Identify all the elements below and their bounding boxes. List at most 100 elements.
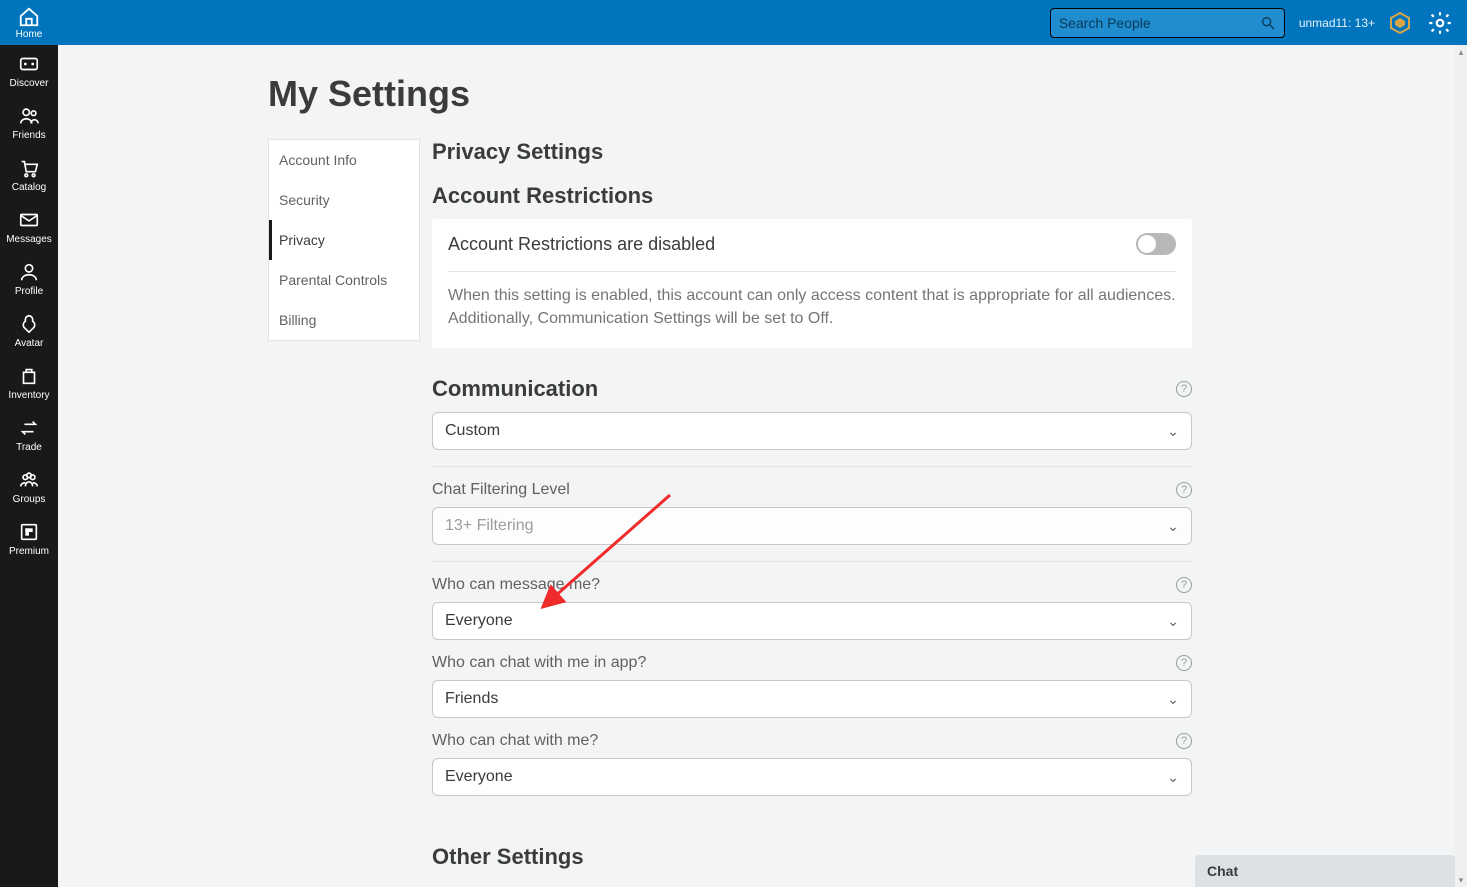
home-label: Home [16, 29, 43, 40]
sidebar-item-profile[interactable]: Profile [0, 253, 58, 305]
search-input[interactable] [1059, 15, 1260, 31]
who-chat-block: Who can chat with me? ? Everyone ⌄ [432, 732, 1192, 812]
account-restrictions-heading: Account Restrictions [432, 183, 1192, 209]
select-value: Custom [445, 422, 500, 440]
chat-filter-block: Chat Filtering Level ? 13+ Filtering ⌄ [432, 481, 1192, 562]
scroll-down-button[interactable]: ▾ [1455, 873, 1467, 887]
settings-panel: Privacy Settings Account Restrictions Ac… [432, 139, 1192, 880]
select-value: Everyone [445, 768, 513, 786]
chat-label: Chat [1207, 863, 1238, 879]
sidebar-label: Premium [9, 546, 49, 557]
sidebar-label: Friends [12, 130, 45, 141]
sidebar-item-inventory[interactable]: Inventory [0, 357, 58, 409]
tab-privacy[interactable]: Privacy [269, 220, 419, 260]
settings-tabs: Account Info Security Privacy Parental C… [268, 139, 420, 341]
search-icon [1260, 15, 1276, 31]
restrictions-status-row: Account Restrictions are disabled [448, 233, 1176, 267]
select-value: Friends [445, 690, 498, 708]
restrictions-toggle[interactable] [1136, 233, 1176, 255]
who-chat-app-select[interactable]: Friends ⌄ [432, 680, 1192, 718]
trade-icon [18, 417, 40, 439]
sidebar-label: Inventory [8, 390, 49, 401]
chat-filter-label: Chat Filtering Level [432, 481, 570, 499]
tab-security[interactable]: Security [269, 180, 419, 220]
robux-button[interactable] [1387, 10, 1413, 36]
spacer [432, 826, 1192, 844]
chat-filter-label-row: Chat Filtering Level ? [432, 481, 1192, 499]
help-icon[interactable]: ? [1176, 381, 1192, 397]
main-content: My Settings Account Info Security Privac… [58, 45, 1455, 887]
chevron-down-icon: ⌄ [1167, 423, 1179, 440]
select-value: 13+ Filtering [445, 517, 534, 535]
sidebar-item-groups[interactable]: Groups [0, 461, 58, 513]
chat-bar[interactable]: Chat [1195, 855, 1455, 887]
chat-filter-select[interactable]: 13+ Filtering ⌄ [432, 507, 1192, 545]
other-settings-heading: Other Settings [432, 844, 1192, 870]
sidebar-item-friends[interactable]: Friends [0, 97, 58, 149]
sidebar-item-messages[interactable]: Messages [0, 201, 58, 253]
sidebar-label: Discover [10, 78, 49, 89]
restrictions-status-text: Account Restrictions are disabled [448, 234, 715, 255]
sidebar-label: Trade [16, 442, 42, 453]
settings-gear-button[interactable] [1425, 8, 1455, 38]
communication-preset-select[interactable]: Custom ⌄ [432, 412, 1192, 450]
discover-icon [18, 53, 40, 75]
profile-icon [18, 261, 40, 283]
account-restrictions-card: Account Restrictions are disabled When t… [432, 219, 1192, 348]
settings-layout: Account Info Security Privacy Parental C… [268, 139, 1455, 880]
sidebar-label: Catalog [12, 182, 46, 193]
help-icon[interactable]: ? [1176, 655, 1192, 671]
select-value: Everyone [445, 612, 513, 630]
sidebar-label: Profile [15, 286, 43, 297]
divider [448, 271, 1176, 272]
communication-preset-block: Custom ⌄ [432, 412, 1192, 467]
toggle-knob [1138, 235, 1156, 253]
sidebar-label: Messages [6, 234, 52, 245]
restrictions-description: When this setting is enabled, this accou… [448, 284, 1176, 330]
catalog-icon [18, 157, 40, 179]
scroll-up-button[interactable]: ▴ [1455, 45, 1467, 59]
page-title: My Settings [268, 73, 1455, 115]
sidebar-item-catalog[interactable]: Catalog [0, 149, 58, 201]
tab-billing[interactable]: Billing [269, 300, 419, 340]
sidebar-item-trade[interactable]: Trade [0, 409, 58, 461]
vertical-scrollbar[interactable]: ▴ ▾ [1455, 45, 1467, 887]
avatar-icon [18, 313, 40, 335]
who-message-select[interactable]: Everyone ⌄ [432, 602, 1192, 640]
who-chat-select[interactable]: Everyone ⌄ [432, 758, 1192, 796]
who-chat-label: Who can chat with me? [432, 732, 598, 750]
left-sidebar: Discover Friends Catalog Messages Profil… [0, 45, 58, 887]
panel-title: Privacy Settings [432, 139, 1192, 165]
messages-icon [18, 209, 40, 231]
sidebar-item-avatar[interactable]: Avatar [0, 305, 58, 357]
tab-parental-controls[interactable]: Parental Controls [269, 260, 419, 300]
sidebar-label: Groups [13, 494, 46, 505]
sidebar-item-discover[interactable]: Discover [0, 45, 58, 97]
who-chat-label-row: Who can chat with me? ? [432, 732, 1192, 750]
who-message-label-row: Who can message me? ? [432, 576, 1192, 594]
gear-icon [1427, 10, 1453, 36]
chevron-down-icon: ⌄ [1167, 613, 1179, 630]
friends-icon [18, 105, 40, 127]
who-message-block: Who can message me? ? Everyone ⌄ [432, 576, 1192, 648]
premium-icon [18, 521, 40, 543]
groups-icon [18, 469, 40, 491]
who-chat-app-block: Who can chat with me in app? ? Friends ⌄ [432, 654, 1192, 726]
search-box[interactable] [1050, 8, 1285, 38]
inventory-icon [18, 365, 40, 387]
help-icon[interactable]: ? [1176, 733, 1192, 749]
sidebar-item-premium[interactable]: Premium [0, 513, 58, 565]
chevron-down-icon: ⌄ [1167, 769, 1179, 786]
chevron-down-icon: ⌄ [1167, 518, 1179, 535]
who-message-label: Who can message me? [432, 576, 600, 594]
sidebar-label: Avatar [15, 338, 44, 349]
help-icon[interactable]: ? [1176, 577, 1192, 593]
home-icon [18, 6, 40, 28]
username-label[interactable]: unmad11: 13+ [1299, 16, 1375, 30]
tab-account-info[interactable]: Account Info [269, 140, 419, 180]
home-button[interactable]: Home [0, 0, 58, 45]
communication-heading: Communication [432, 376, 598, 402]
help-icon[interactable]: ? [1176, 482, 1192, 498]
chevron-down-icon: ⌄ [1167, 691, 1179, 708]
robux-icon [1388, 11, 1412, 35]
